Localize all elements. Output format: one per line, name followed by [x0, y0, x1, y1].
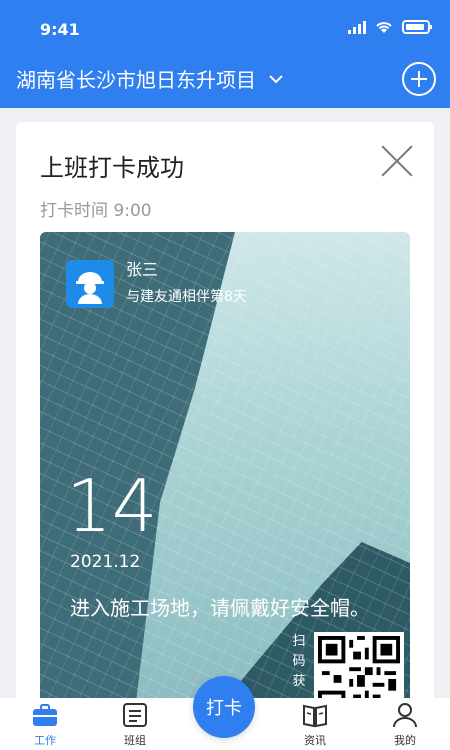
news-icon	[303, 704, 327, 728]
add-button[interactable]	[402, 62, 436, 96]
project-name: 湖南省长沙市旭日东升项目	[16, 68, 256, 92]
qr-hint: 扫码获	[292, 634, 306, 689]
app-header: 9:41 湖南省长沙市旭日东升项目	[0, 0, 450, 108]
chevron-down-icon	[269, 74, 283, 83]
worker-name: 张三	[126, 260, 159, 279]
briefcase-icon	[33, 704, 57, 726]
hardhat-worker-icon	[76, 272, 104, 304]
checkin-time: 打卡时间 9:00	[40, 201, 152, 221]
navigation-bar: 湖南省长沙市旭日东升项目	[0, 56, 450, 104]
tab-mine[interactable]: 我的	[375, 700, 435, 748]
status-icons	[348, 20, 432, 34]
team-list-icon	[123, 703, 147, 727]
wifi-icon	[376, 22, 392, 33]
safety-reminder: 进入施工场地，请佩戴好安全帽。	[70, 596, 370, 620]
tab-team[interactable]: 班组	[105, 700, 165, 748]
checkin-card: 上班打卡成功 打卡时间 9:00 张三 与建友通相伴第8天 14 2021.12…	[16, 122, 434, 742]
project-selector[interactable]: 湖南省长沙市旭日东升项目	[16, 64, 284, 93]
card-title: 上班打卡成功	[40, 154, 184, 182]
tab-work[interactable]: 工作	[15, 700, 75, 748]
tab-news[interactable]: 资讯	[285, 700, 345, 748]
status-bar: 9:41	[0, 0, 450, 56]
worker-avatar	[66, 260, 114, 308]
tab-team-label: 班组	[124, 734, 146, 747]
bottom-tab-bar: 工作 班组 打卡 资讯 我的	[0, 676, 450, 750]
status-time: 9:41	[40, 20, 80, 39]
checkin-photo: 张三 与建友通相伴第8天 14 2021.12 进入施工场地，请佩戴好安全帽。 …	[40, 232, 410, 742]
signal-icon	[348, 20, 366, 34]
tab-news-label: 资讯	[304, 734, 326, 747]
close-icon[interactable]	[380, 144, 414, 178]
companion-days: 与建友通相伴第8天	[126, 289, 247, 305]
punch-button[interactable]: 打卡	[193, 676, 255, 738]
tab-work-label: 工作	[34, 734, 56, 747]
profile-icon	[393, 703, 417, 728]
date-day: 14	[66, 464, 158, 548]
battery-icon	[402, 20, 432, 34]
tab-mine-label: 我的	[394, 734, 416, 747]
date-year-month: 2021.12	[70, 552, 141, 572]
